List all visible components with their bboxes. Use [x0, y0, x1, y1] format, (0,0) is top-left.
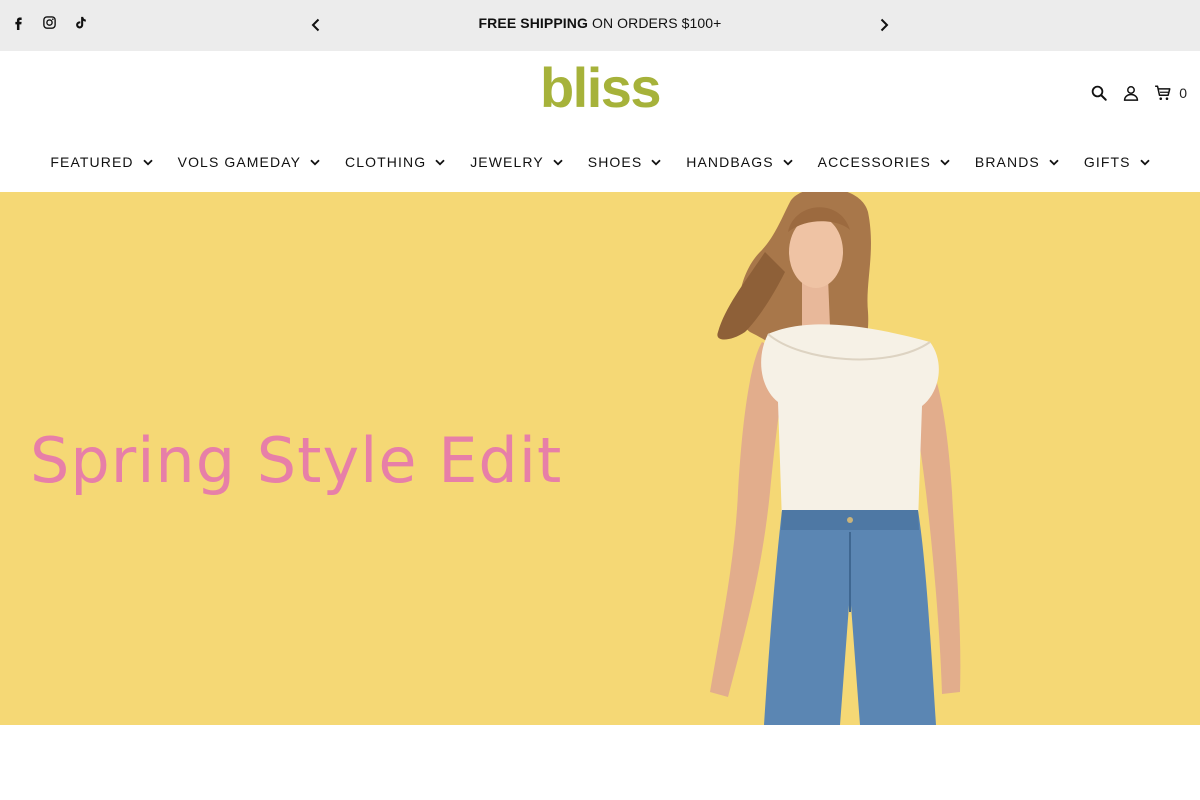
chevron-down-icon: [1049, 159, 1059, 165]
account-icon[interactable]: [1121, 83, 1141, 103]
nav-item-gifts[interactable]: GIFTS: [1084, 151, 1150, 173]
cart-icon: [1153, 83, 1173, 103]
chevron-down-icon: [1139, 159, 1150, 165]
nav-item-shoes[interactable]: SHOES: [588, 151, 662, 173]
chevron-down-icon: [435, 159, 445, 165]
nav-label: HANDBAGS: [686, 154, 774, 170]
social-links: [10, 14, 89, 31]
nav-item-featured[interactable]: FEATURED: [50, 151, 153, 173]
nav-label: JEWELRY: [470, 154, 544, 170]
nav-item-clothing[interactable]: CLOTHING: [345, 151, 445, 173]
nav-label: CLOTHING: [345, 154, 427, 170]
nav-item-accessories[interactable]: ACCESSORIES: [818, 151, 950, 173]
announcement-next-button[interactable]: [874, 15, 894, 35]
tiktok-icon[interactable]: [72, 14, 89, 31]
search-icon[interactable]: [1089, 83, 1109, 103]
nav-item-jewelry[interactable]: JEWELRY: [470, 151, 563, 173]
site-header: bliss 0 FEATURED VOLS GAMEDAY CLOTHING J…: [0, 51, 1200, 192]
chevron-right-icon: [880, 18, 889, 32]
nav-item-vols-gameday[interactable]: VOLS GAMEDAY: [178, 151, 320, 173]
nav-label: VOLS GAMEDAY: [177, 154, 302, 170]
hero-title: Spring Style Edit: [30, 424, 563, 497]
logo[interactable]: bliss: [0, 55, 1200, 120]
nav-item-brands[interactable]: BRANDS: [975, 151, 1059, 173]
nav-label: GIFTS: [1083, 154, 1131, 170]
nav-label: ACCESSORIES: [817, 154, 931, 170]
nav-label: FEATURED: [50, 154, 134, 170]
announcement-prev-button[interactable]: [306, 15, 326, 35]
chevron-down-icon: [553, 159, 563, 165]
cart-count: 0: [1179, 85, 1187, 101]
chevron-down-icon: [940, 159, 950, 165]
nav-label: BRANDS: [974, 154, 1040, 170]
chevron-down-icon: [142, 159, 153, 165]
instagram-icon[interactable]: [41, 14, 58, 31]
announcement-bar: FREE SHIPPING ON ORDERS $100+: [0, 0, 1200, 51]
chevron-left-icon: [311, 18, 320, 32]
hero-banner[interactable]: Spring Style Edit: [0, 192, 1200, 725]
announcement-bold: FREE SHIPPING: [478, 15, 588, 31]
announcement-text[interactable]: FREE SHIPPING ON ORDERS $100+: [340, 15, 860, 31]
chevron-down-icon: [310, 159, 320, 165]
header-actions: 0: [1089, 83, 1187, 103]
nav-label: SHOES: [587, 154, 643, 170]
main-nav: FEATURED VOLS GAMEDAY CLOTHING JEWELRY S…: [0, 151, 1200, 173]
cart-button[interactable]: 0: [1153, 83, 1187, 103]
chevron-down-icon: [651, 159, 661, 165]
nav-item-handbags[interactable]: HANDBAGS: [686, 151, 793, 173]
chevron-down-icon: [783, 159, 793, 165]
announcement-rest: ON ORDERS $100+: [587, 15, 722, 31]
hero-model-image: [710, 192, 961, 725]
facebook-icon[interactable]: [10, 14, 27, 31]
logo-text: bliss: [539, 56, 662, 119]
